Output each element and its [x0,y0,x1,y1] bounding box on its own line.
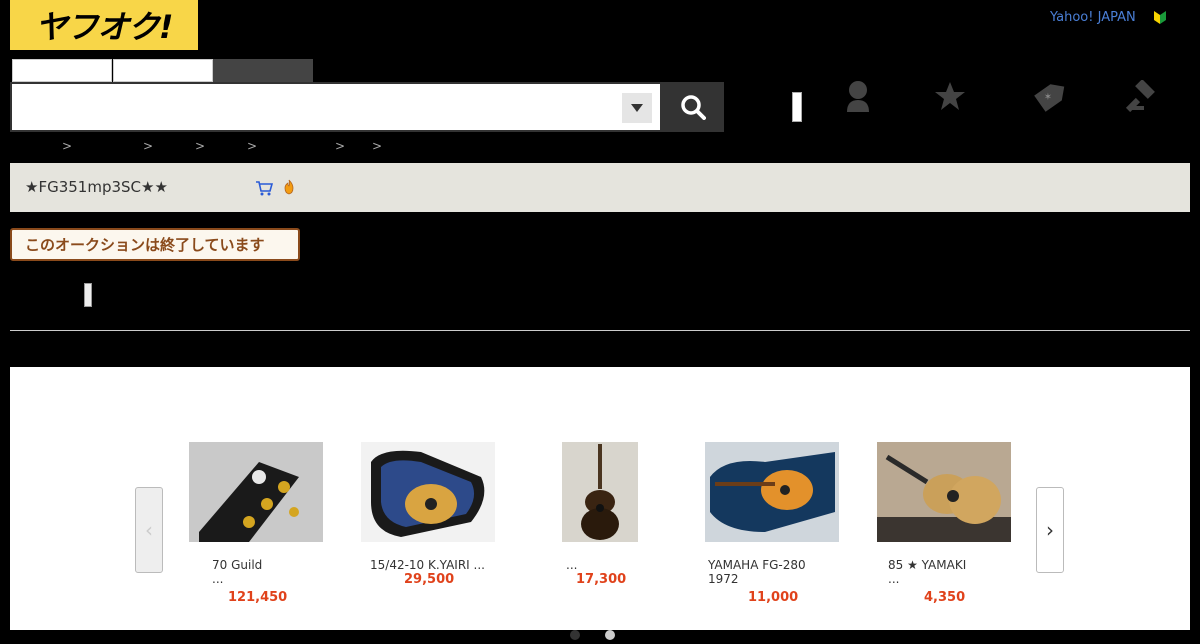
item-price: 4,350 [924,590,966,605]
breadcrumb-separator: > [247,139,258,153]
carousel-dot[interactable] [605,630,616,640]
item-price: 121,450 [228,590,288,605]
search-tab-2[interactable] [113,59,213,82]
item-thumbnail[interactable] [189,442,323,542]
item-price: 17,300 [576,572,627,587]
star-icon [935,82,965,110]
item-title[interactable]: 70 Guild ... [212,558,262,586]
breadcrumb-separator: > [372,139,383,153]
auction-ended-notice: このオークションは終了しています [10,228,300,261]
item-price: 29,500 [404,572,455,587]
divider-bar [792,92,802,122]
carousel-next-button[interactable]: › [1036,487,1064,573]
guitar-headstock-image [189,442,323,542]
breadcrumb-separator: > [335,139,346,153]
beginner-mark-icon[interactable] [1152,9,1168,25]
acoustic-guitar-image [877,442,1011,542]
item-thumbnail[interactable] [877,442,1011,542]
category-dropdown[interactable] [622,93,652,123]
yahuoku-logo[interactable]: ヤフオク! [10,0,198,50]
sell-button[interactable] [1122,78,1162,114]
breadcrumb-separator: > [143,139,154,153]
cart-icon [256,181,273,196]
carousel-pagination [570,625,635,644]
item-title[interactable]: ... [566,558,577,572]
logo-text: ヤフオク! [35,8,174,46]
search-icon [681,95,706,120]
guitar-in-blue-case-image [705,442,839,542]
carousel-dot[interactable] [570,630,580,640]
yahoo-japan-link[interactable]: Yahoo! JAPAN [1050,10,1136,25]
svg-text:✶: ✶ [1044,92,1052,103]
auction-title-bar: ★FG351mp3SC★★ [10,163,1190,212]
search-button[interactable] [662,82,724,132]
item-title[interactable]: 85 ★ YAMAKI ... [888,558,966,586]
small-marker [84,283,92,307]
search-tab-1[interactable] [12,59,112,82]
user-icon [847,81,869,112]
breadcrumb-separator: > [195,139,206,153]
breadcrumb-separator: > [62,139,73,153]
auction-title: ★FG351mp3SC★★ [25,178,168,196]
watchlist-button[interactable] [930,78,970,114]
item-title[interactable]: YAMAHA FG-280 1972 [708,558,806,586]
item-thumbnail[interactable] [361,442,495,542]
coupon-button[interactable]: ✶ [1028,78,1068,114]
search-tab-3[interactable] [213,59,313,82]
search-box [10,82,662,132]
item-thumbnail[interactable] [705,442,839,542]
fire-icon [284,179,294,195]
item-price: 11,000 [748,590,799,605]
carousel-prev-button[interactable]: ‹ [135,487,163,573]
recommendation-carousel: ‹ 70 Guild ... 121,450 15/42-10 K.YAIRI … [10,367,1190,640]
chevron-down-icon [631,104,643,112]
gavel-icon [1126,80,1155,112]
my-auction-button[interactable] [838,78,878,114]
item-thumbnail[interactable] [562,442,638,542]
search-input[interactable] [12,84,612,130]
acoustic-guitar-image [562,442,638,542]
section-divider [10,330,1190,331]
tag-icon: ✶ [1034,84,1065,112]
item-title[interactable]: 15/42-10 K.YAIRI ... [370,558,485,572]
guitar-in-case-image [361,442,495,542]
